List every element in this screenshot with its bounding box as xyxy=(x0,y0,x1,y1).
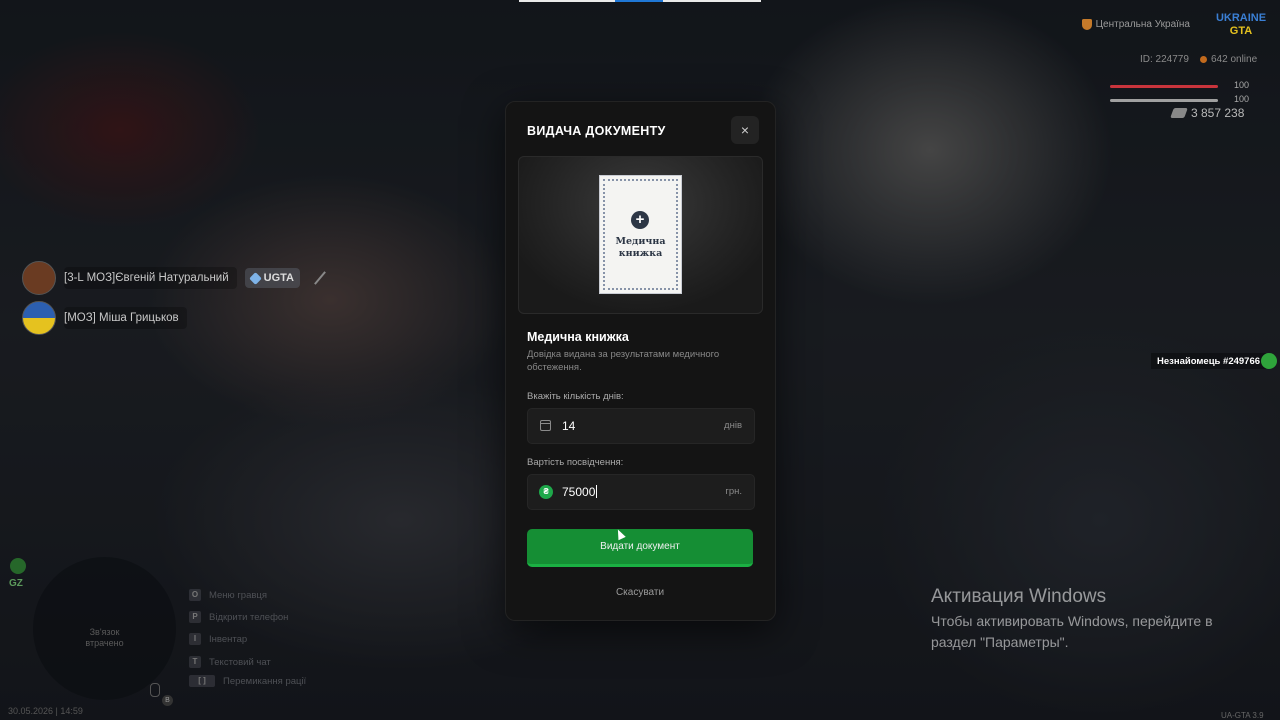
armor-bar xyxy=(1110,99,1218,102)
server-logo: UKRAINE GTA xyxy=(1216,12,1266,37)
price-label: Вартість посвідчення: xyxy=(527,457,624,468)
key-hint-label: Інвентар xyxy=(209,633,248,645)
gang-zone-icon xyxy=(10,558,26,574)
key-hint-label: Перемикання рації xyxy=(223,675,307,687)
top-progress-bar xyxy=(519,0,761,2)
minimap: Зв'язок втрачено xyxy=(33,557,176,700)
document-card-title-line2: книжка xyxy=(618,248,663,259)
game-version: UA-GTA 3.9 xyxy=(1221,711,1264,720)
windows-activation-text: Чтобы активировать Windows, перейдите в … xyxy=(931,613,1213,650)
money-display: 3 857 238 xyxy=(1170,106,1245,120)
money-value: 3 857 238 xyxy=(1191,106,1245,120)
document-description: Довідка видана за результатами медичного… xyxy=(527,349,720,373)
mic-key-badge: B xyxy=(162,695,173,706)
key-hint: I Інвентар xyxy=(189,633,247,645)
logo-text-bottom: GTA xyxy=(1230,25,1252,37)
key-hint: O Меню гравця xyxy=(189,589,267,601)
close-icon: × xyxy=(740,122,750,138)
date-time: 30.05.2026 | 14:59 xyxy=(8,706,83,716)
online-count: 642 online xyxy=(1200,54,1257,65)
badge-text: UGTA xyxy=(263,272,295,284)
faction-badge: UGTA xyxy=(244,268,301,288)
price-value: 75000 xyxy=(562,485,596,499)
microphone-icon xyxy=(150,683,160,697)
player-status-icon xyxy=(1261,353,1277,369)
health-bar xyxy=(1110,85,1218,88)
player-nametag: Незнайомець #249766 xyxy=(1151,353,1267,369)
key-hint: P Відкрити телефон xyxy=(189,611,288,623)
voice-chat-name: [3-L МОЗ]Євгеній Натуральний xyxy=(64,267,237,289)
armor-value: 100 xyxy=(1234,94,1250,104)
region-label: Центральна Україна xyxy=(1081,19,1190,30)
avatar xyxy=(22,261,56,295)
logo-text-top: UKRAINE xyxy=(1216,12,1266,24)
document-card-title-line1: Медична xyxy=(615,236,666,247)
price-suffix: грн. xyxy=(725,486,742,497)
heart-icon xyxy=(248,271,262,285)
days-suffix: днів xyxy=(724,420,742,431)
minimap-status-line1: Зв'язок xyxy=(89,627,120,637)
region-shield-icon xyxy=(1081,19,1092,30)
key-hint-label: Текстовий чат xyxy=(209,656,271,668)
key-cap: [ ] xyxy=(189,675,215,687)
key-hint-label: Відкрити телефон xyxy=(209,611,289,623)
avatar xyxy=(22,301,56,335)
region-text: Центральна Україна xyxy=(1095,19,1190,30)
health-value: 100 xyxy=(1234,80,1250,90)
days-value: 14 xyxy=(562,419,576,433)
issue-document-modal: ВИДАЧА ДОКУМЕНТУ × + Медична книжка Меди… xyxy=(505,101,776,621)
player-id: ID: 224779 xyxy=(1140,54,1189,65)
minimap-status-line2: втрачено xyxy=(85,638,124,648)
voice-chat-item: [МОЗ] Міша Грицьков xyxy=(22,301,187,335)
modal-title: ВИДАЧА ДОКУМЕНТУ xyxy=(527,124,666,138)
close-button[interactable]: × xyxy=(731,116,759,144)
voice-chat-item: [3-L МОЗ]Євгеній Натуральний UGTA xyxy=(22,261,328,295)
key-hint: T Текстовий чат xyxy=(189,656,271,668)
cancel-button[interactable]: Скасувати xyxy=(527,587,753,598)
key-cap: T xyxy=(189,656,201,668)
document-card: + Медична книжка xyxy=(599,175,682,294)
calendar-icon xyxy=(540,420,551,431)
key-cap: P xyxy=(189,611,201,623)
online-text: 642 online xyxy=(1211,54,1258,65)
key-cap: O xyxy=(189,589,201,601)
windows-activation-title: Активация Windows xyxy=(931,586,1107,607)
document-name: Медична книжка xyxy=(527,330,629,344)
issue-document-button[interactable]: Видати документ xyxy=(527,529,753,567)
price-value-wrap: 75000 xyxy=(562,485,598,499)
days-label: Вкажіть кількість днів: xyxy=(527,391,624,402)
document-card-title: Медична книжка xyxy=(599,236,682,260)
minimap-status: Зв'язок втрачено xyxy=(33,627,176,649)
plus-icon: + xyxy=(631,211,649,229)
days-input[interactable]: 14 днів xyxy=(527,408,755,444)
online-dot-icon xyxy=(1200,56,1207,63)
document-preview: + Медична книжка xyxy=(518,156,763,314)
hryvnia-coin-icon: ₴ xyxy=(539,485,553,499)
key-hint-label: Меню гравця xyxy=(209,589,267,601)
voice-chat-name: [МОЗ] Міша Грицьков xyxy=(64,307,187,329)
money-icon xyxy=(1170,108,1188,118)
gang-zone-label: GZ xyxy=(9,578,23,589)
mic-off-icon xyxy=(312,270,328,286)
price-input[interactable]: ₴ 75000 грн. xyxy=(527,474,755,510)
key-hint: [ ] Перемикання рації xyxy=(189,675,306,687)
key-cap: I xyxy=(189,633,201,645)
text-caret xyxy=(596,485,598,498)
